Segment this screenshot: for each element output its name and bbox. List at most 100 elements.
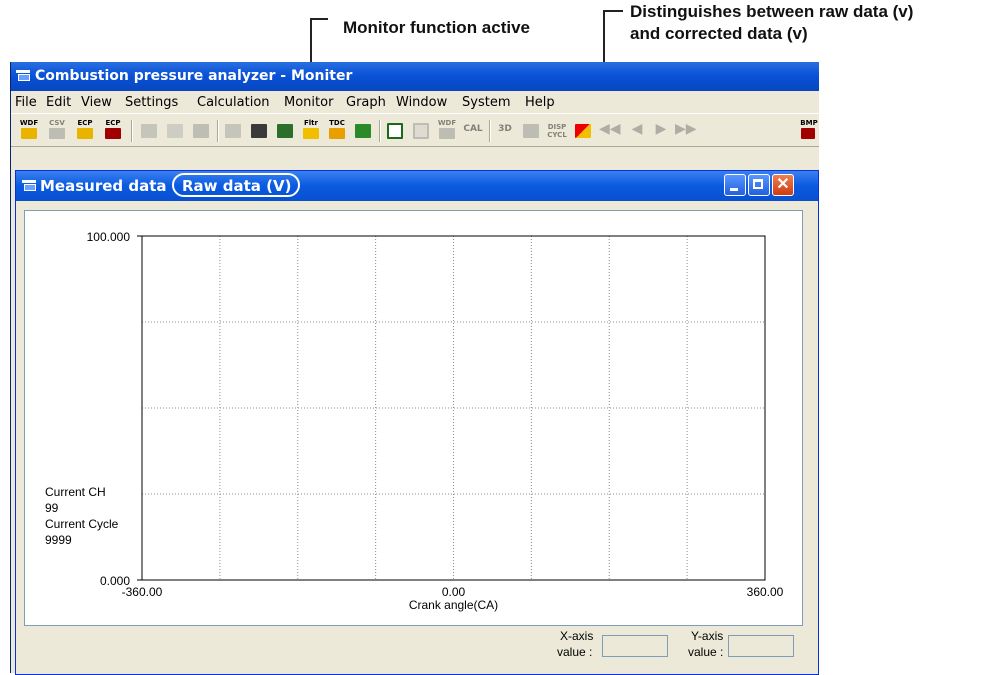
current-cycle-label: Current Cycle bbox=[45, 517, 119, 531]
y-axis-value-label-2: value : bbox=[688, 645, 724, 659]
monitor-start-icon bbox=[387, 123, 403, 139]
app-title: Combustion pressure analyzer - Moniter bbox=[35, 68, 353, 84]
x-tick-label: -360.00 bbox=[122, 585, 163, 599]
annotation-distinguish-line2: and corrected data (v) bbox=[630, 24, 808, 43]
filter-button[interactable]: Fltr bbox=[301, 119, 321, 140]
maximize-button[interactable] bbox=[748, 174, 770, 196]
y-axis-value-field bbox=[728, 635, 794, 657]
annotation-distinguish-line1: Distinguishes between raw data (v) bbox=[630, 2, 914, 21]
disk-icon bbox=[439, 128, 455, 139]
menu-calculation[interactable]: Calculation bbox=[197, 95, 270, 110]
scissors-icon bbox=[141, 124, 157, 138]
y-axis-value-label-1: Y-axis bbox=[691, 629, 724, 643]
cut-button[interactable] bbox=[139, 120, 159, 140]
menu-file[interactable]: File bbox=[15, 95, 37, 110]
rewind-icon: ◀◀ bbox=[599, 120, 621, 136]
axis-value-row: X-axis value : Y-axis value : bbox=[16, 629, 818, 674]
toolbar: WDF CSV ECP ECP Fltr TDC WDF CAL 3D DISP… bbox=[11, 113, 819, 147]
next-icon: ▶ bbox=[655, 120, 667, 136]
windows-button[interactable] bbox=[573, 120, 593, 140]
save-csv-button[interactable]: CSV bbox=[47, 119, 67, 140]
prev-button[interactable]: ◀ bbox=[627, 120, 647, 140]
annotation-monitor-active: Monitor function active bbox=[343, 18, 530, 37]
xy-axes-icon bbox=[523, 124, 539, 138]
paste-button[interactable] bbox=[191, 120, 211, 140]
current-cycle-value: 9999 bbox=[45, 533, 72, 547]
raw-data-indicator: Raw data (V) bbox=[172, 173, 300, 197]
list-icon bbox=[355, 124, 371, 138]
child-window-icon bbox=[22, 180, 36, 192]
next-button[interactable]: ▶ bbox=[651, 120, 671, 140]
save-wdf-button[interactable]: WDF bbox=[437, 119, 457, 140]
xy-button[interactable] bbox=[521, 120, 541, 140]
disk-icon bbox=[49, 128, 65, 139]
app-window-icon bbox=[16, 70, 30, 82]
menu-graph[interactable]: Graph bbox=[346, 95, 386, 110]
3d-button[interactable]: 3D bbox=[495, 120, 515, 140]
monitor-stop-button[interactable] bbox=[411, 120, 431, 140]
last-button[interactable]: ▶▶ bbox=[675, 120, 697, 140]
chart[interactable]: 100.0000.000-360.00 0.00 360.00Crank angle… bbox=[25, 211, 802, 625]
menu-window[interactable]: Window bbox=[396, 95, 447, 110]
x-axis-value-label-2: value : bbox=[557, 645, 593, 659]
prev-icon: ◀ bbox=[631, 120, 643, 136]
menu-monitor[interactable]: Monitor bbox=[284, 95, 333, 110]
toolbar-separator bbox=[489, 120, 491, 142]
maximize-icon bbox=[753, 179, 763, 189]
tdc-icon bbox=[329, 128, 345, 139]
compare-icon bbox=[251, 124, 267, 138]
waveform-icon bbox=[225, 124, 241, 138]
minimize-button[interactable] bbox=[724, 174, 746, 196]
list-button[interactable] bbox=[353, 120, 373, 140]
cal-button[interactable]: CAL bbox=[463, 120, 483, 140]
menu-help[interactable]: Help bbox=[525, 95, 555, 110]
x-tick-label: 360.00 bbox=[747, 585, 784, 599]
waveform-copy-button[interactable] bbox=[223, 120, 243, 140]
overlay-button[interactable] bbox=[275, 120, 295, 140]
toolbar-separator bbox=[131, 120, 133, 142]
graph-area[interactable]: 100.000 0.000 -360.00 0.00 360.00 Crank angle… bbox=[24, 210, 803, 626]
disk-icon bbox=[801, 128, 815, 139]
measured-data-window: Measured data Raw data (V) ✕ 100.000 0.00… bbox=[15, 170, 819, 675]
child-title: Measured data bbox=[40, 177, 167, 195]
tdc-button[interactable]: TDC bbox=[327, 119, 347, 140]
menu-edit[interactable]: Edit bbox=[46, 95, 71, 110]
open-ecp-button[interactable]: ECP bbox=[75, 119, 95, 140]
windows-icon bbox=[575, 124, 591, 138]
open-wdf-button[interactable]: WDF bbox=[19, 119, 39, 140]
menu-view[interactable]: View bbox=[81, 95, 112, 110]
app-title-bar[interactable]: Combustion pressure analyzer - Moniter bbox=[11, 62, 819, 91]
menu-settings[interactable]: Settings bbox=[125, 95, 178, 110]
disk-icon bbox=[105, 128, 121, 139]
x-axis-title: Crank angle(CA) bbox=[409, 598, 498, 612]
child-title-bar[interactable]: Measured data Raw data (V) ✕ bbox=[16, 171, 818, 201]
current-ch-value: 99 bbox=[45, 501, 59, 515]
menu-system[interactable]: System bbox=[462, 95, 510, 110]
monitor-start-button[interactable] bbox=[385, 120, 405, 140]
x-tick-label: 0.00 bbox=[442, 585, 466, 599]
x-axis-value-field bbox=[602, 635, 668, 657]
menu-bar: File Edit View Settings Calculation Moni… bbox=[11, 91, 819, 113]
minimize-icon bbox=[730, 188, 738, 191]
copy-button[interactable] bbox=[165, 120, 185, 140]
compare-button[interactable] bbox=[249, 120, 269, 140]
raw-data-label: Raw data (V) bbox=[182, 177, 292, 195]
main-window: Combustion pressure analyzer - Moniter F… bbox=[10, 62, 819, 675]
filter-icon bbox=[303, 128, 319, 139]
fast-forward-icon: ▶▶ bbox=[675, 120, 697, 136]
close-button[interactable]: ✕ bbox=[772, 174, 794, 196]
display-cycle-button[interactable]: DISP CYCL bbox=[547, 120, 567, 140]
y-tick-label: 100.000 bbox=[87, 230, 131, 244]
paste-icon bbox=[193, 124, 209, 138]
first-button[interactable]: ◀◀ bbox=[599, 120, 621, 140]
folder-icon bbox=[77, 128, 93, 139]
close-icon: ✕ bbox=[776, 176, 790, 193]
x-axis-value-label-1: X-axis bbox=[560, 629, 594, 643]
distinguish-leader-horizontal-top bbox=[603, 10, 623, 12]
save-ecp-button[interactable]: ECP bbox=[103, 119, 123, 140]
monitor-stop-icon bbox=[413, 123, 429, 139]
folder-icon bbox=[21, 128, 37, 139]
save-bmp-button[interactable]: BMP bbox=[799, 119, 819, 140]
toolbar-separator bbox=[217, 120, 219, 142]
monitor-leader-horizontal bbox=[310, 18, 328, 20]
